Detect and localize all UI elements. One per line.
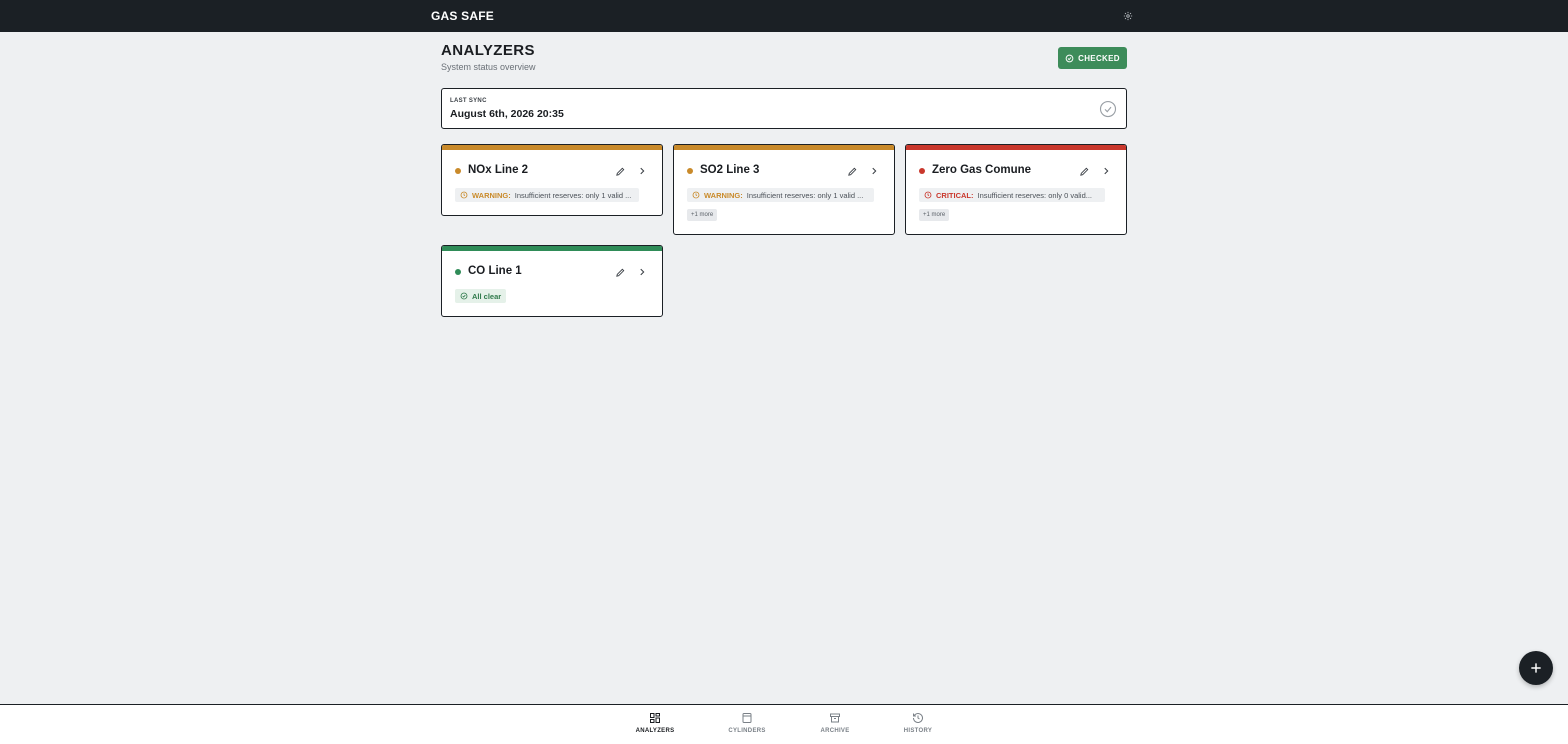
last-sync-value: August 6th, 2026 20:35 xyxy=(450,108,564,120)
last-sync-card: LAST SYNC August 6th, 2026 20:35 xyxy=(441,88,1127,129)
alert-tag: CRITICAL: xyxy=(936,190,974,200)
check-circle-icon xyxy=(1065,54,1074,62)
checked-button-label: CHECKED xyxy=(1078,53,1120,63)
nav-history[interactable]: HISTORY xyxy=(883,712,953,742)
alert-message: WARNING: Insufficient reserves: only 1 v… xyxy=(687,188,874,202)
open-button[interactable] xyxy=(1100,165,1112,177)
chevron-right-icon xyxy=(1104,167,1109,175)
dashboard-icon xyxy=(650,713,660,723)
pencil-icon xyxy=(615,167,624,176)
analyzer-card[interactable]: NOx Line 2 WARNING: Insufficient reserve… xyxy=(441,144,663,216)
nav-label: HISTORY xyxy=(903,728,933,734)
edit-button[interactable] xyxy=(1078,165,1090,177)
archive-icon xyxy=(830,713,840,723)
nav-label: ARCHIVE xyxy=(820,728,850,734)
analyzer-card[interactable]: CO Line 1 All clear xyxy=(441,245,663,317)
brand-logo-text: GAS SAFE xyxy=(431,9,494,23)
nav-label: ANALYZERS xyxy=(635,728,675,734)
open-button[interactable] xyxy=(868,165,880,177)
alert-message: CRITICAL: Insufficient reserves: only 0 … xyxy=(919,188,1105,202)
open-button[interactable] xyxy=(636,165,648,177)
analyzer-name: SO2 Line 3 xyxy=(700,164,760,176)
open-button[interactable] xyxy=(636,266,648,278)
plus-icon xyxy=(1531,663,1541,673)
status-bar xyxy=(906,145,1126,150)
bottom-navigation: ANALYZERS CYLINDERS ARCHIVE HISTORY xyxy=(0,704,1568,744)
analyzer-card[interactable]: SO2 Line 3 WARNING: Insufficient reserve… xyxy=(673,144,895,235)
chevron-right-icon xyxy=(872,167,877,175)
pencil-icon xyxy=(847,167,856,176)
status-bar xyxy=(674,145,894,150)
top-bar: GAS SAFE xyxy=(0,0,1568,32)
status-dot xyxy=(455,168,461,174)
status-bar xyxy=(442,246,662,251)
chevron-right-icon xyxy=(640,167,645,175)
more-alerts-chip[interactable]: +1 more xyxy=(687,209,718,221)
nav-cylinders[interactable]: CYLINDERS xyxy=(712,712,782,742)
pencil-icon xyxy=(1079,167,1088,176)
analyzer-name: NOx Line 2 xyxy=(468,164,529,176)
chevron-right-icon xyxy=(640,268,645,276)
page-title: ANALYZERS xyxy=(441,42,535,59)
alert-clock-icon xyxy=(924,191,932,199)
nav-label: CYLINDERS xyxy=(728,728,766,734)
add-analyzer-button[interactable] xyxy=(1519,651,1553,685)
settings-button[interactable] xyxy=(1120,8,1136,24)
page-subtitle: System status overview xyxy=(441,62,536,72)
alert-text: Insufficient reserves: only 1 valid ... xyxy=(746,190,864,200)
checked-button[interactable]: CHECKED xyxy=(1058,47,1127,69)
history-icon xyxy=(913,713,923,723)
edit-button[interactable] xyxy=(846,165,858,177)
status-dot xyxy=(455,269,461,275)
alert-message: WARNING: Insufficient reserves: only 1 v… xyxy=(455,188,639,202)
edit-button[interactable] xyxy=(614,266,626,278)
pencil-icon xyxy=(615,268,624,277)
analyzer-name: CO Line 1 xyxy=(468,265,522,277)
alert-text: Insufficient reserves: only 0 valid... xyxy=(977,190,1093,200)
cylinder-icon xyxy=(742,713,752,723)
sync-check-icon xyxy=(1099,100,1117,118)
alert-tag: WARNING: xyxy=(472,190,511,200)
alert-clock-icon xyxy=(692,191,700,199)
more-alerts-chip[interactable]: +1 more xyxy=(919,209,950,221)
nav-analyzers[interactable]: ANALYZERS xyxy=(620,712,690,742)
analyzer-card[interactable]: Zero Gas Comune CRITICAL: Insufficient r… xyxy=(905,144,1127,235)
nav-archive[interactable]: ARCHIVE xyxy=(800,712,870,742)
status-bar xyxy=(442,145,662,150)
all-clear-label: All clear xyxy=(472,291,502,301)
alert-clock-icon xyxy=(460,191,468,199)
alert-tag: WARNING: xyxy=(704,190,743,200)
check-circle-icon xyxy=(460,292,468,300)
alert-text: Insufficient reserves: only 1 valid ... xyxy=(514,190,632,200)
all-clear-badge: All clear xyxy=(455,289,507,303)
status-dot xyxy=(919,168,925,174)
last-sync-label: LAST SYNC xyxy=(450,98,487,104)
analyzer-name: Zero Gas Comune xyxy=(932,164,1032,176)
gear-icon xyxy=(1123,11,1133,21)
status-dot xyxy=(687,168,693,174)
edit-button[interactable] xyxy=(614,165,626,177)
